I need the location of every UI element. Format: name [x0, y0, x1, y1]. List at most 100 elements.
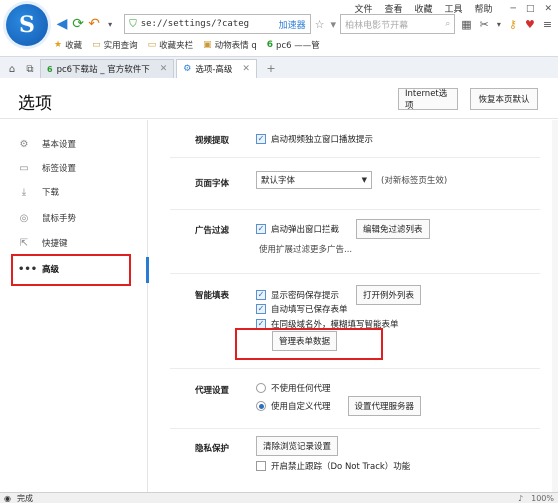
- section-label: 隐私保护: [195, 444, 230, 454]
- proxy-option-custom-row: 使用自定义代理 设置代理服务器: [256, 396, 422, 416]
- bookmarks-bar: ★ 收藏 ▭ 实用查询 ▭ 收藏夹栏 ▣ 动物表情 q 6 pc6 ——管: [54, 38, 552, 52]
- checkbox-unchecked-icon[interactable]: [256, 461, 266, 471]
- sogou-logo-icon[interactable]: S: [6, 4, 48, 46]
- search-icon[interactable]: ⌕: [445, 19, 450, 29]
- status-bar: ◉ 完成 ♪ 100%: [0, 492, 558, 503]
- video-option[interactable]: ✓ 启动视频独立窗口播放提示: [256, 133, 373, 145]
- page-title: 选项: [18, 94, 52, 114]
- checkbox-checked-icon[interactable]: ✓: [256, 134, 266, 144]
- bookmark-favorites[interactable]: ★ 收藏: [54, 39, 82, 51]
- scrollbar[interactable]: [552, 120, 558, 492]
- close-tab-icon[interactable]: ✕: [242, 64, 250, 74]
- active-indicator: [146, 257, 149, 283]
- autofill-option[interactable]: 显示密码保存提示: [271, 289, 339, 301]
- maximize-icon[interactable]: □: [526, 4, 535, 14]
- sidebar-item-download[interactable]: ⤓ 下载: [18, 182, 138, 202]
- set-proxy-server-button[interactable]: 设置代理服务器: [347, 396, 422, 416]
- new-tab-icon[interactable]: +: [263, 60, 279, 76]
- privacy-row: 清除浏览记录设置: [256, 436, 339, 456]
- address-url[interactable]: se://settings/?categ: [141, 19, 279, 29]
- key-icon[interactable]: ⚷: [509, 18, 517, 31]
- checkbox-checked-icon[interactable]: ✓: [256, 304, 266, 314]
- section-label: 代理设置: [195, 386, 230, 396]
- address-bar[interactable]: ⛉ se://settings/?categ 加速器: [124, 14, 311, 34]
- shortcut-icon: ⇱: [19, 237, 29, 249]
- sidebar-item-basic[interactable]: ⚙ 基本设置: [18, 134, 138, 154]
- download-icon: ⤓: [21, 186, 27, 198]
- star-icon[interactable]: ☆: [315, 18, 325, 31]
- tab-label: 选项-高级: [195, 65, 233, 75]
- minimize-icon[interactable]: ─: [511, 4, 516, 14]
- gear-icon: ⚙: [183, 64, 192, 74]
- chevron-down-icon[interactable]: ▾: [331, 18, 337, 31]
- sidebar-item-tabs[interactable]: ▭ 标签设置: [18, 158, 138, 178]
- pc6-icon: 6: [266, 40, 274, 50]
- adblock-option[interactable]: 启动弹出窗口拦截: [271, 223, 339, 235]
- refresh-icon[interactable]: ⟳: [70, 15, 86, 33]
- sidebar-item-shortcuts[interactable]: ⇱ 快捷键: [18, 233, 138, 253]
- proxy-option-custom[interactable]: 使用自定义代理: [271, 400, 331, 412]
- back-icon[interactable]: ◀: [54, 15, 70, 33]
- open-exceptions-button[interactable]: 打开例外列表: [356, 285, 422, 305]
- reset-defaults-button[interactable]: 恢复本页默认: [470, 88, 538, 110]
- browser-chrome: S 文件 查看 收藏 工具 帮助 ─ □ ✕ ◀ ⟳ ↶ ▾ ⛉ se://se…: [0, 0, 558, 78]
- home-icon[interactable]: ⌂: [4, 60, 20, 78]
- dnt-option[interactable]: 开启禁止跟踪（Do Not Track）功能: [256, 460, 410, 472]
- bookmark-lookup[interactable]: ▭ 实用查询: [92, 39, 138, 51]
- font-select[interactable]: 默认字体 ▼: [256, 171, 372, 189]
- bookmark-folder-bar[interactable]: ▭ 收藏夹栏: [148, 39, 194, 51]
- proxy-option-none[interactable]: 不使用任何代理: [256, 382, 331, 394]
- accelerator-link[interactable]: 加速器: [279, 18, 306, 31]
- restore-tab-icon[interactable]: ⧉: [22, 60, 38, 78]
- folder-icon: ▭: [147, 40, 157, 50]
- status-globe-icon: ◉: [4, 493, 11, 503]
- dropdown-arrow-icon[interactable]: ▾: [102, 15, 118, 33]
- font-row: 默认字体 ▼ (对新标签页生效): [256, 171, 447, 189]
- search-box[interactable]: 柏林电影节开幕 ⌕: [340, 14, 456, 34]
- close-tab-icon[interactable]: ✕: [160, 64, 168, 74]
- radio-selected-icon[interactable]: [256, 401, 266, 411]
- zoom-level[interactable]: 100%: [531, 494, 554, 503]
- mouse-icon: ◎: [19, 212, 29, 224]
- status-right: ♪ 100%: [518, 494, 558, 503]
- bookmark-emoji[interactable]: ▣ 动物表情 q: [203, 39, 257, 51]
- autofill-row-1: ✓ 显示密码保存提示 打开例外列表: [256, 285, 422, 305]
- chevron-down-icon: ▼: [361, 176, 367, 184]
- scissors-icon[interactable]: ✂: [480, 18, 489, 31]
- edit-whitelist-button[interactable]: 编辑免过滤列表: [356, 219, 430, 239]
- close-icon[interactable]: ✕: [544, 4, 552, 14]
- section-label: 广告过滤: [195, 226, 230, 236]
- image-icon: ▣: [203, 40, 212, 50]
- clear-history-settings-button[interactable]: 清除浏览记录设置: [256, 436, 339, 456]
- highlight-box-manage: [235, 328, 383, 360]
- sidebar-item-mouse-gestures[interactable]: ◎ 鼠标手势: [18, 208, 138, 228]
- section-label: 智能填表: [195, 291, 230, 301]
- navigation-row: ◀ ⟳ ↶ ▾ ⛉ se://settings/?categ 加速器 ☆ ▾ 柏…: [54, 14, 552, 34]
- checkbox-checked-icon[interactable]: ✓: [256, 290, 266, 300]
- search-input[interactable]: 柏林电影节开幕: [345, 18, 445, 31]
- tab-icon: ▭: [19, 162, 29, 174]
- settings-sidebar: ⚙ 基本设置 ▭ 标签设置 ⤓ 下载 ◎ 鼠标手势 ⇱ 快捷键 ••• 高级: [0, 120, 148, 492]
- autofill-row-2[interactable]: ✓ 自动填写已保存表单: [256, 303, 348, 315]
- more-tools-icon[interactable]: ≡: [543, 18, 552, 31]
- chevron-down-icon[interactable]: ▾: [497, 20, 501, 29]
- toolbar-icons: ▦ ✂ ▾ ⚷ ♥ ≡: [461, 18, 552, 31]
- section-label: 视频提取: [195, 136, 230, 146]
- radio-unselected-icon[interactable]: [256, 383, 266, 393]
- window-controls: ─ □ ✕: [511, 4, 552, 14]
- checkbox-checked-icon[interactable]: ✓: [256, 224, 266, 234]
- adblock-row: ✓ 启动弹出窗口拦截 编辑免过滤列表: [256, 219, 430, 239]
- tab-pc6[interactable]: 6 pc6下载站 _ 官方软件下 ✕: [40, 59, 175, 78]
- extension-filter-link[interactable]: 使用扩展过滤更多广告...: [259, 243, 352, 255]
- speaker-icon[interactable]: ♪: [518, 494, 523, 503]
- internet-options-button[interactable]: Internet选项: [398, 88, 458, 111]
- heart-icon[interactable]: ♥: [525, 18, 535, 31]
- grid-icon[interactable]: ▦: [461, 18, 471, 31]
- font-hint: (对新标签页生效): [381, 176, 448, 186]
- highlight-box-sidebar: [11, 254, 131, 286]
- tab-settings[interactable]: ⚙ 选项-高级 ✕: [176, 59, 257, 78]
- undo-icon[interactable]: ↶: [86, 15, 102, 33]
- pc6-icon: 6: [47, 64, 53, 74]
- bookmark-pc6[interactable]: 6 pc6 ——管: [267, 39, 320, 51]
- folder-icon: ▭: [92, 40, 101, 50]
